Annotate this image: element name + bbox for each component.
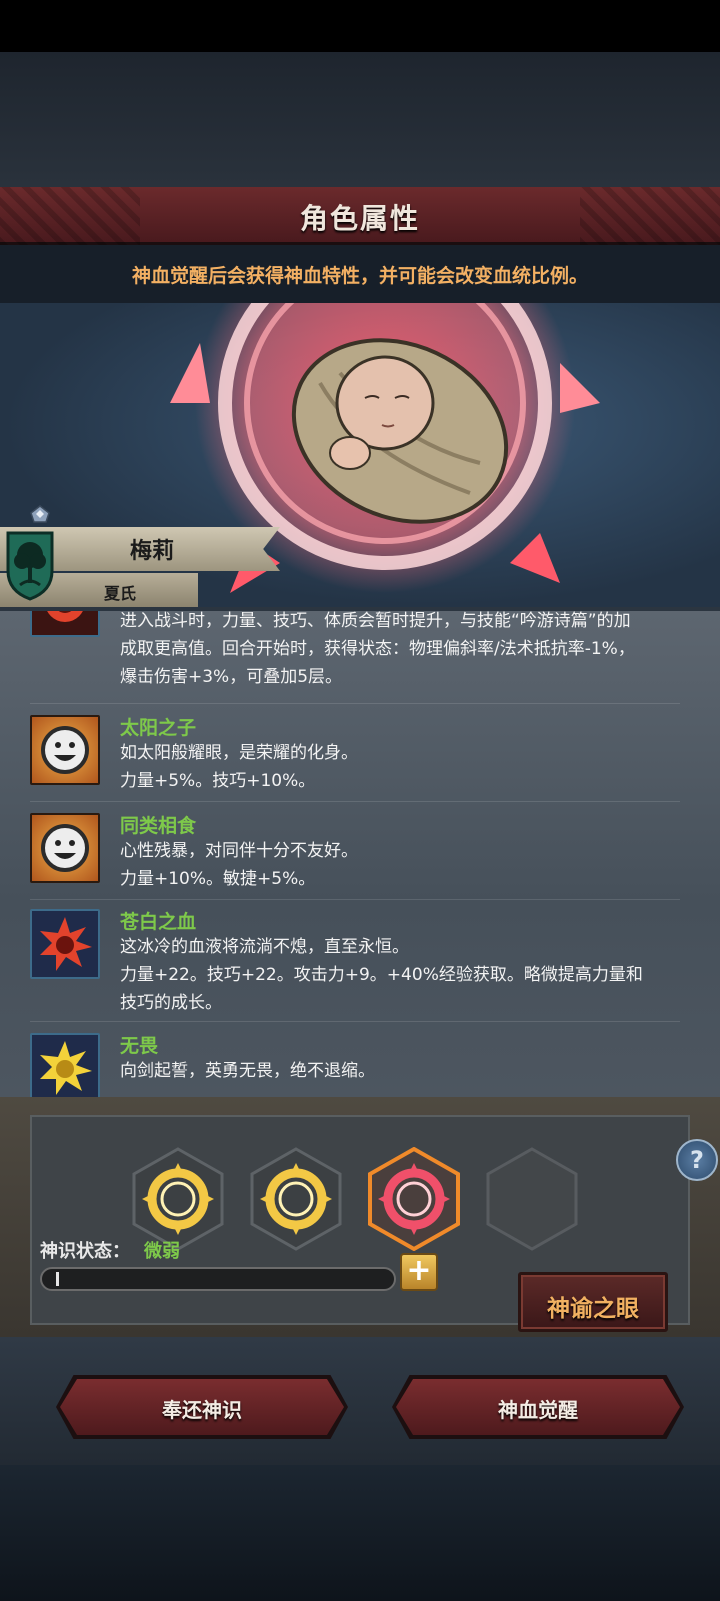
divider xyxy=(30,899,680,900)
action-bar: 奉还神识 神血觉醒 xyxy=(0,1337,720,1465)
trait-description-line: 心性残暴，对同伴十分不友好。 xyxy=(120,841,358,861)
return-divine-button[interactable]: 奉还神识 xyxy=(60,1379,344,1435)
help-button[interactable]: ? xyxy=(676,1139,718,1181)
divine-status-label: 神识状态： xyxy=(40,1241,130,1262)
trait-description-line: 力量+5%。技巧+10%。 xyxy=(120,771,316,791)
trait-description-line: 如太阳般耀眼，是荣耀的化身。 xyxy=(120,743,358,763)
divine-progress-bar xyxy=(40,1267,396,1291)
trait-description-line: 爆击伤害+3%，可叠加5层。 xyxy=(120,667,343,687)
divine-progress-fill xyxy=(56,1272,59,1286)
trait-description-line: 这冰冷的血液将流淌不熄，直至永恒。 xyxy=(120,937,409,957)
divine-status-value: 微弱 xyxy=(144,1241,180,1262)
info-banner-text: 神血觉醒后会获得神血特性，并可能会改变血统比例。 xyxy=(131,265,588,287)
oracle-eye-button-label: 神谕之眼 xyxy=(547,1296,639,1322)
empty-slot-icon[interactable] xyxy=(486,1147,578,1251)
trait-description-line: 技巧的成长。 xyxy=(120,993,222,1013)
family-crest-tree-icon xyxy=(6,531,54,601)
background-top xyxy=(0,52,720,187)
add-divine-button[interactable]: + xyxy=(400,1253,438,1291)
yellow-sun-icon xyxy=(30,1033,100,1097)
red-sun-icon xyxy=(30,909,100,979)
trait-description-line: 力量+22。技巧+22。攻击力+9。+40%经验获取。略微提高力量和 xyxy=(120,965,643,985)
character-family: 夏氏 xyxy=(104,584,137,603)
trait-name: 同类相食 xyxy=(120,815,197,837)
red-sun-ring-icon[interactable] xyxy=(368,1147,460,1251)
divine-awaken-button-label: 神血觉醒 xyxy=(498,1398,578,1422)
smiley-face-icon xyxy=(30,813,100,883)
info-banner: 神血觉醒后会获得神血特性，并可能会改变血统比例。 xyxy=(0,245,720,303)
return-divine-button-label: 奉还神识 xyxy=(162,1398,242,1422)
red-sun-icon xyxy=(30,611,100,637)
gold-sun-ring-icon[interactable] xyxy=(132,1147,224,1251)
divider xyxy=(30,801,680,802)
trait-name: 苍白之血 xyxy=(120,911,197,933)
trait-description-line: 力量+10%。敏捷+5%。 xyxy=(120,869,316,889)
trait-name: 太阳之子 xyxy=(120,717,197,739)
trait-description-line: 成取更高值。回合开始时，获得状态：物理偏斜率/法术抵抗率-1%， xyxy=(120,639,635,659)
divider xyxy=(30,703,680,704)
trait-list[interactable]: 进入战斗时，力量、技巧、体质会暂时提升，与技能“吟游诗篇”的加 成取更高值。回合… xyxy=(0,611,720,1097)
title-bar: 角色属性 xyxy=(0,187,720,245)
trait-name: 无畏 xyxy=(120,1035,159,1057)
trait-description-line: 进入战斗时，力量、技巧、体质会暂时提升，与技能“吟游诗篇”的加 xyxy=(120,611,631,631)
divider xyxy=(30,1021,680,1022)
background-bottom xyxy=(0,1465,720,1601)
smiley-face-icon xyxy=(30,715,100,785)
character-name: 梅莉 xyxy=(130,539,175,564)
rank-icon xyxy=(30,505,50,523)
trait-description-line: 向剑起誓，英勇无畏，绝不退缩。 xyxy=(120,1061,375,1081)
page-title: 角色属性 xyxy=(299,202,420,235)
gold-sun-ring-icon[interactable] xyxy=(250,1147,342,1251)
divine-awaken-button[interactable]: 神血觉醒 xyxy=(396,1379,680,1435)
status-bar-area xyxy=(0,0,720,52)
oracle-eye-button[interactable]: 神谕之眼 xyxy=(518,1272,668,1332)
